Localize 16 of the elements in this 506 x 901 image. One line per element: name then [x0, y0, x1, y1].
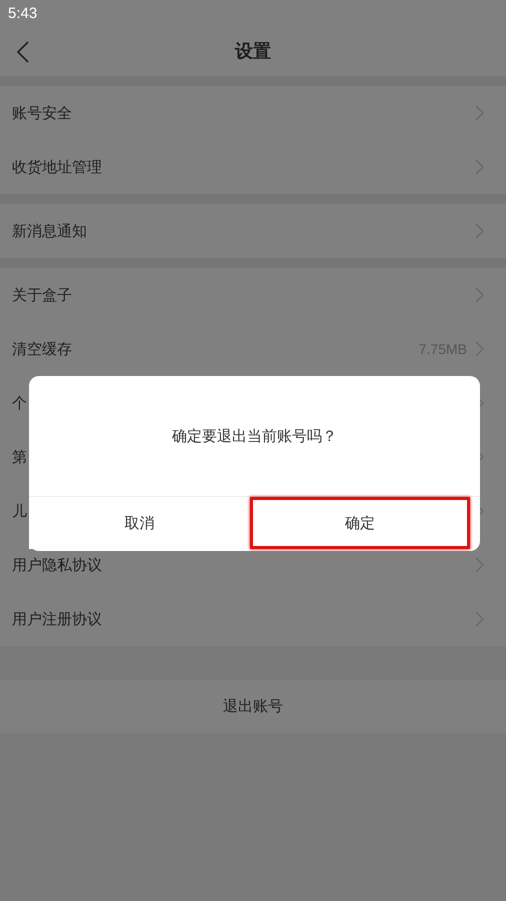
back-icon[interactable]	[16, 41, 30, 63]
page-title: 设置	[235, 40, 271, 63]
row-label[interactable]: 个	[12, 394, 27, 412]
row-label[interactable]: 关于盒子	[12, 286, 72, 304]
row-label[interactable]: 收货地址管理	[12, 158, 102, 176]
logout-button[interactable]: 退出账号	[0, 680, 506, 733]
row-label[interactable]: 用户注册协议	[12, 610, 102, 628]
row-label[interactable]: 用户隐私协议	[12, 556, 102, 574]
row-label[interactable]: 儿	[12, 502, 27, 520]
confirm-button[interactable]: 确定	[250, 497, 470, 549]
row-label[interactable]: 新消息通知	[12, 222, 87, 240]
dialog-message: 确定要退出当前账号吗？	[172, 426, 337, 446]
row-label[interactable]: 账号安全	[12, 104, 72, 122]
status-time: 5:43	[8, 4, 38, 22]
row-label[interactable]: 清空缓存	[12, 340, 72, 358]
row-label[interactable]: 第	[12, 448, 27, 466]
